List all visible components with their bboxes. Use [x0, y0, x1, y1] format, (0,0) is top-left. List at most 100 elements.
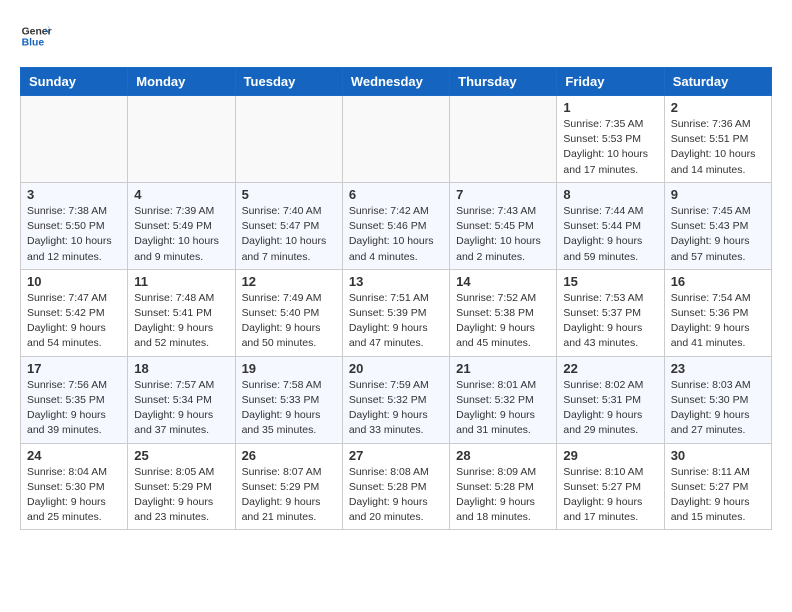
- day-info: Sunrise: 7:36 AMSunset: 5:51 PMDaylight:…: [671, 117, 765, 178]
- day-info: Sunrise: 7:48 AMSunset: 5:41 PMDaylight:…: [134, 291, 228, 352]
- day-number: 29: [563, 448, 657, 463]
- day-number: 15: [563, 274, 657, 289]
- calendar-cell: 25 Sunrise: 8:05 AMSunset: 5:29 PMDayligh…: [128, 443, 235, 530]
- day-number: 27: [349, 448, 443, 463]
- calendar-cell: [450, 96, 557, 183]
- day-info: Sunrise: 7:56 AMSunset: 5:35 PMDaylight:…: [27, 378, 121, 439]
- calendar-cell: 1 Sunrise: 7:35 AMSunset: 5:53 PMDaylight…: [557, 96, 664, 183]
- weekday-header-saturday: Saturday: [664, 68, 771, 96]
- calendar-cell: 19 Sunrise: 7:58 AMSunset: 5:33 PMDayligh…: [235, 356, 342, 443]
- header: General Blue: [20, 20, 772, 52]
- day-info: Sunrise: 7:49 AMSunset: 5:40 PMDaylight:…: [242, 291, 336, 352]
- calendar-cell: 27 Sunrise: 8:08 AMSunset: 5:28 PMDayligh…: [342, 443, 449, 530]
- calendar-cell: 9 Sunrise: 7:45 AMSunset: 5:43 PMDaylight…: [664, 182, 771, 269]
- day-number: 14: [456, 274, 550, 289]
- day-number: 4: [134, 187, 228, 202]
- day-info: Sunrise: 8:03 AMSunset: 5:30 PMDaylight:…: [671, 378, 765, 439]
- calendar-cell: 12 Sunrise: 7:49 AMSunset: 5:40 PMDayligh…: [235, 269, 342, 356]
- day-info: Sunrise: 7:44 AMSunset: 5:44 PMDaylight:…: [563, 204, 657, 265]
- day-number: 30: [671, 448, 765, 463]
- calendar-cell: 20 Sunrise: 7:59 AMSunset: 5:32 PMDayligh…: [342, 356, 449, 443]
- day-info: Sunrise: 7:42 AMSunset: 5:46 PMDaylight:…: [349, 204, 443, 265]
- weekday-header-thursday: Thursday: [450, 68, 557, 96]
- day-number: 11: [134, 274, 228, 289]
- calendar-cell: [235, 96, 342, 183]
- calendar-cell: 17 Sunrise: 7:56 AMSunset: 5:35 PMDayligh…: [21, 356, 128, 443]
- calendar-cell: 23 Sunrise: 8:03 AMSunset: 5:30 PMDayligh…: [664, 356, 771, 443]
- day-number: 5: [242, 187, 336, 202]
- logo: General Blue: [20, 20, 52, 52]
- day-number: 9: [671, 187, 765, 202]
- day-number: 13: [349, 274, 443, 289]
- day-info: Sunrise: 7:51 AMSunset: 5:39 PMDaylight:…: [349, 291, 443, 352]
- day-info: Sunrise: 7:54 AMSunset: 5:36 PMDaylight:…: [671, 291, 765, 352]
- weekday-header-friday: Friday: [557, 68, 664, 96]
- day-info: Sunrise: 8:04 AMSunset: 5:30 PMDaylight:…: [27, 465, 121, 526]
- day-number: 3: [27, 187, 121, 202]
- day-number: 17: [27, 361, 121, 376]
- day-info: Sunrise: 7:47 AMSunset: 5:42 PMDaylight:…: [27, 291, 121, 352]
- calendar: SundayMondayTuesdayWednesdayThursdayFrid…: [20, 67, 772, 530]
- day-info: Sunrise: 8:10 AMSunset: 5:27 PMDaylight:…: [563, 465, 657, 526]
- calendar-cell: 2 Sunrise: 7:36 AMSunset: 5:51 PMDaylight…: [664, 96, 771, 183]
- calendar-cell: 28Sunrise: 8:09 AMSunset: 5:28 PMDayligh…: [450, 443, 557, 530]
- day-number: 25: [134, 448, 228, 463]
- weekday-header-wednesday: Wednesday: [342, 68, 449, 96]
- day-number: 10: [27, 274, 121, 289]
- logo-icon: General Blue: [20, 20, 52, 52]
- day-info: Sunrise: 7:43 AMSunset: 5:45 PMDaylight:…: [456, 204, 550, 265]
- day-info: Sunrise: 8:07 AMSunset: 5:29 PMDaylight:…: [242, 465, 336, 526]
- calendar-cell: 22 Sunrise: 8:02 AMSunset: 5:31 PMDayligh…: [557, 356, 664, 443]
- calendar-cell: 26Sunrise: 8:07 AMSunset: 5:29 PMDayligh…: [235, 443, 342, 530]
- calendar-week-1: 1 Sunrise: 7:35 AMSunset: 5:53 PMDaylight…: [21, 96, 772, 183]
- weekday-header-tuesday: Tuesday: [235, 68, 342, 96]
- day-info: Sunrise: 7:53 AMSunset: 5:37 PMDaylight:…: [563, 291, 657, 352]
- day-number: 12: [242, 274, 336, 289]
- calendar-week-2: 3Sunrise: 7:38 AMSunset: 5:50 PMDaylight…: [21, 182, 772, 269]
- calendar-cell: [128, 96, 235, 183]
- day-number: 24: [27, 448, 121, 463]
- calendar-cell: 14 Sunrise: 7:52 AMSunset: 5:38 PMDayligh…: [450, 269, 557, 356]
- day-number: 6: [349, 187, 443, 202]
- day-info: Sunrise: 7:59 AMSunset: 5:32 PMDaylight:…: [349, 378, 443, 439]
- calendar-cell: 3Sunrise: 7:38 AMSunset: 5:50 PMDaylight…: [21, 182, 128, 269]
- day-info: Sunrise: 7:39 AMSunset: 5:49 PMDaylight:…: [134, 204, 228, 265]
- day-number: 22: [563, 361, 657, 376]
- day-info: Sunrise: 8:08 AMSunset: 5:28 PMDaylight:…: [349, 465, 443, 526]
- day-info: Sunrise: 8:09 AMSunset: 5:28 PMDaylight:…: [456, 465, 550, 526]
- day-number: 2: [671, 100, 765, 115]
- calendar-cell: 21 Sunrise: 8:01 AMSunset: 5:32 PMDayligh…: [450, 356, 557, 443]
- day-info: Sunrise: 8:01 AMSunset: 5:32 PMDaylight:…: [456, 378, 550, 439]
- day-number: 23: [671, 361, 765, 376]
- calendar-cell: 7Sunrise: 7:43 AMSunset: 5:45 PMDaylight…: [450, 182, 557, 269]
- calendar-cell: [21, 96, 128, 183]
- calendar-cell: 5 Sunrise: 7:40 AMSunset: 5:47 PMDaylight…: [235, 182, 342, 269]
- calendar-cell: 15 Sunrise: 7:53 AMSunset: 5:37 PMDayligh…: [557, 269, 664, 356]
- day-info: Sunrise: 7:58 AMSunset: 5:33 PMDaylight:…: [242, 378, 336, 439]
- day-number: 8: [563, 187, 657, 202]
- day-info: Sunrise: 8:02 AMSunset: 5:31 PMDaylight:…: [563, 378, 657, 439]
- calendar-cell: 4 Sunrise: 7:39 AMSunset: 5:49 PMDaylight…: [128, 182, 235, 269]
- day-number: 1: [563, 100, 657, 115]
- calendar-cell: 8 Sunrise: 7:44 AMSunset: 5:44 PMDaylight…: [557, 182, 664, 269]
- day-number: 16: [671, 274, 765, 289]
- calendar-cell: 13 Sunrise: 7:51 AMSunset: 5:39 PMDayligh…: [342, 269, 449, 356]
- day-info: Sunrise: 7:40 AMSunset: 5:47 PMDaylight:…: [242, 204, 336, 265]
- calendar-week-4: 17 Sunrise: 7:56 AMSunset: 5:35 PMDayligh…: [21, 356, 772, 443]
- day-info: Sunrise: 7:35 AMSunset: 5:53 PMDaylight:…: [563, 117, 657, 178]
- weekday-header-sunday: Sunday: [21, 68, 128, 96]
- day-info: Sunrise: 7:52 AMSunset: 5:38 PMDaylight:…: [456, 291, 550, 352]
- day-number: 20: [349, 361, 443, 376]
- calendar-cell: 24 Sunrise: 8:04 AMSunset: 5:30 PMDayligh…: [21, 443, 128, 530]
- calendar-cell: [342, 96, 449, 183]
- day-info: Sunrise: 8:05 AMSunset: 5:29 PMDaylight:…: [134, 465, 228, 526]
- calendar-cell: 29 Sunrise: 8:10 AMSunset: 5:27 PMDayligh…: [557, 443, 664, 530]
- calendar-cell: 16 Sunrise: 7:54 AMSunset: 5:36 PMDayligh…: [664, 269, 771, 356]
- day-info: Sunrise: 7:45 AMSunset: 5:43 PMDaylight:…: [671, 204, 765, 265]
- day-info: Sunrise: 7:57 AMSunset: 5:34 PMDaylight:…: [134, 378, 228, 439]
- day-number: 21: [456, 361, 550, 376]
- calendar-cell: 30Sunrise: 8:11 AMSunset: 5:27 PMDayligh…: [664, 443, 771, 530]
- weekday-header-row: SundayMondayTuesdayWednesdayThursdayFrid…: [21, 68, 772, 96]
- day-number: 19: [242, 361, 336, 376]
- calendar-week-5: 24 Sunrise: 8:04 AMSunset: 5:30 PMDayligh…: [21, 443, 772, 530]
